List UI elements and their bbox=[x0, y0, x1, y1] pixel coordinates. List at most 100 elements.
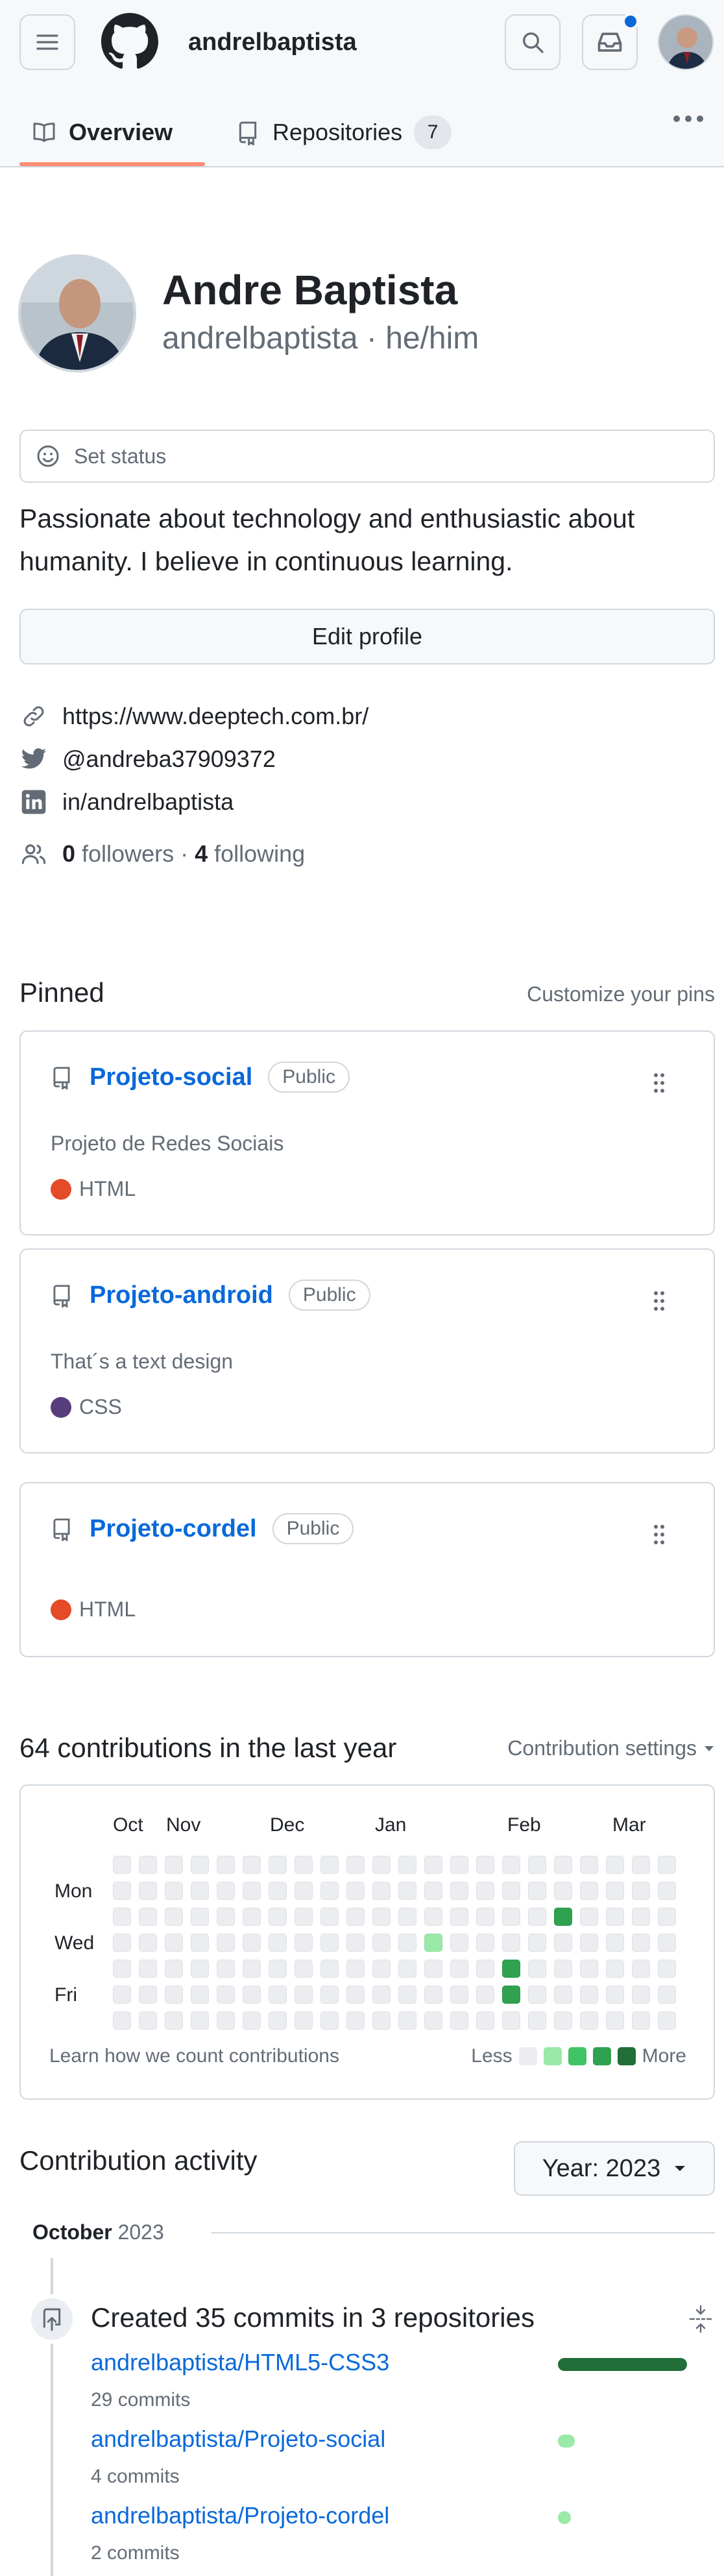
contribution-day[interactable] bbox=[346, 2011, 365, 2030]
contribution-day[interactable] bbox=[165, 1882, 183, 1900]
followers-label[interactable]: followers bbox=[82, 840, 174, 868]
contribution-day[interactable] bbox=[554, 1882, 572, 1900]
contribution-day[interactable] bbox=[632, 1856, 650, 1874]
contribution-day[interactable] bbox=[398, 1882, 416, 1900]
contribution-day[interactable] bbox=[658, 1960, 676, 1978]
tab-overview[interactable]: Overview bbox=[31, 97, 173, 167]
contribution-day[interactable] bbox=[320, 1934, 339, 1952]
contribution-day[interactable] bbox=[269, 1934, 287, 1952]
contribution-day[interactable] bbox=[554, 1856, 572, 1874]
contribution-day[interactable] bbox=[113, 1908, 131, 1926]
contribution-day[interactable] bbox=[243, 1908, 261, 1926]
contribution-day[interactable] bbox=[372, 1986, 391, 2004]
following-count[interactable]: 4 bbox=[195, 840, 208, 868]
contribution-day[interactable] bbox=[658, 1934, 676, 1952]
contribution-day[interactable] bbox=[476, 1934, 494, 1952]
contribution-day[interactable] bbox=[502, 1856, 520, 1874]
contribution-day[interactable] bbox=[191, 1908, 209, 1926]
contribution-day[interactable] bbox=[424, 1960, 442, 1978]
website-link[interactable]: https://www.deeptech.com.br/ bbox=[62, 703, 368, 730]
pinned-repo-name[interactable]: Projeto-android bbox=[90, 1282, 273, 1309]
contribution-day[interactable] bbox=[165, 1934, 183, 1952]
contribution-day[interactable] bbox=[269, 1908, 287, 1926]
more-tabs-button[interactable] bbox=[672, 114, 705, 123]
contribution-day[interactable] bbox=[606, 1908, 624, 1926]
contribution-settings-button[interactable]: Contribution settings bbox=[507, 1736, 715, 1760]
contribution-day[interactable] bbox=[528, 1882, 546, 1900]
menu-button[interactable] bbox=[19, 14, 75, 70]
contribution-day[interactable] bbox=[632, 1960, 650, 1978]
contribution-day[interactable] bbox=[346, 1986, 365, 2004]
contribution-day[interactable] bbox=[113, 2011, 131, 2030]
contribution-day[interactable] bbox=[554, 1934, 572, 1952]
contribution-day[interactable] bbox=[346, 1908, 365, 1926]
contribution-day[interactable] bbox=[139, 2011, 157, 2030]
contribution-day[interactable] bbox=[476, 1882, 494, 1900]
contribution-day[interactable] bbox=[269, 1882, 287, 1900]
contribution-day[interactable] bbox=[476, 2011, 494, 2030]
contribution-day[interactable] bbox=[320, 1986, 339, 2004]
contribution-day[interactable] bbox=[450, 1986, 468, 2004]
contribution-day[interactable] bbox=[191, 1882, 209, 1900]
contribution-day[interactable] bbox=[606, 1882, 624, 1900]
contribution-day[interactable] bbox=[165, 1986, 183, 2004]
contribution-day[interactable] bbox=[450, 2011, 468, 2030]
contribution-day[interactable] bbox=[502, 2011, 520, 2030]
contribution-day[interactable] bbox=[217, 1934, 235, 1952]
drag-handle[interactable] bbox=[653, 1524, 666, 1546]
contribution-day[interactable] bbox=[580, 2011, 598, 2030]
contribution-day[interactable] bbox=[424, 1856, 442, 1874]
contribution-day[interactable] bbox=[554, 1908, 572, 1926]
contribution-day[interactable] bbox=[580, 1856, 598, 1874]
linkedin-link[interactable]: in/andrelbaptista bbox=[62, 788, 234, 816]
contribution-day[interactable] bbox=[139, 1986, 157, 2004]
contribution-day[interactable] bbox=[372, 2011, 391, 2030]
following-label[interactable]: following bbox=[214, 840, 305, 868]
avatar[interactable] bbox=[658, 14, 714, 70]
contribution-day[interactable] bbox=[320, 1908, 339, 1926]
contribution-day[interactable] bbox=[372, 1882, 391, 1900]
contribution-day[interactable] bbox=[295, 1960, 313, 1978]
contribution-day[interactable] bbox=[658, 1882, 676, 1900]
contribution-day[interactable] bbox=[346, 1882, 365, 1900]
contribution-day[interactable] bbox=[398, 1908, 416, 1926]
contribution-day[interactable] bbox=[476, 1856, 494, 1874]
contribution-day[interactable] bbox=[502, 1882, 520, 1900]
contribution-day[interactable] bbox=[320, 2011, 339, 2030]
contribution-day[interactable] bbox=[502, 1934, 520, 1952]
contribution-day[interactable] bbox=[580, 1882, 598, 1900]
contribution-day[interactable] bbox=[528, 1960, 546, 1978]
contribution-day[interactable] bbox=[502, 1908, 520, 1926]
contribution-day[interactable] bbox=[217, 1882, 235, 1900]
contribution-day[interactable] bbox=[165, 1908, 183, 1926]
drag-handle[interactable] bbox=[653, 1290, 666, 1312]
contribution-day[interactable] bbox=[554, 1960, 572, 1978]
contribution-day[interactable] bbox=[165, 2011, 183, 2030]
contribution-day[interactable] bbox=[554, 2011, 572, 2030]
contribution-day[interactable] bbox=[320, 1856, 339, 1874]
contribution-day[interactable] bbox=[372, 1856, 391, 1874]
contribution-day[interactable] bbox=[450, 1882, 468, 1900]
contribution-day[interactable] bbox=[606, 1986, 624, 2004]
contribution-day[interactable] bbox=[139, 1934, 157, 1952]
drag-handle[interactable] bbox=[653, 1072, 666, 1094]
contribution-day[interactable] bbox=[217, 1908, 235, 1926]
contribution-day[interactable] bbox=[243, 1960, 261, 1978]
contribution-day[interactable] bbox=[502, 1960, 520, 1978]
contribution-day[interactable] bbox=[398, 1986, 416, 2004]
contribution-day[interactable] bbox=[372, 1960, 391, 1978]
contribution-day[interactable] bbox=[269, 2011, 287, 2030]
contribution-day[interactable] bbox=[606, 2011, 624, 2030]
contribution-day[interactable] bbox=[658, 2011, 676, 2030]
contribution-day[interactable] bbox=[113, 1856, 131, 1874]
contribution-day[interactable] bbox=[295, 1856, 313, 1874]
year-select-button[interactable]: Year: 2023 bbox=[514, 2141, 715, 2196]
contribution-day[interactable] bbox=[398, 1960, 416, 1978]
contribution-day[interactable] bbox=[476, 1986, 494, 2004]
activity-repo-commits[interactable]: 2 commits bbox=[91, 2542, 180, 2564]
contribution-day[interactable] bbox=[424, 1882, 442, 1900]
contribution-day[interactable] bbox=[243, 1986, 261, 2004]
customize-pins-link[interactable]: Customize your pins bbox=[527, 982, 715, 1006]
contribution-day[interactable] bbox=[424, 1986, 442, 2004]
search-button[interactable] bbox=[505, 14, 561, 70]
